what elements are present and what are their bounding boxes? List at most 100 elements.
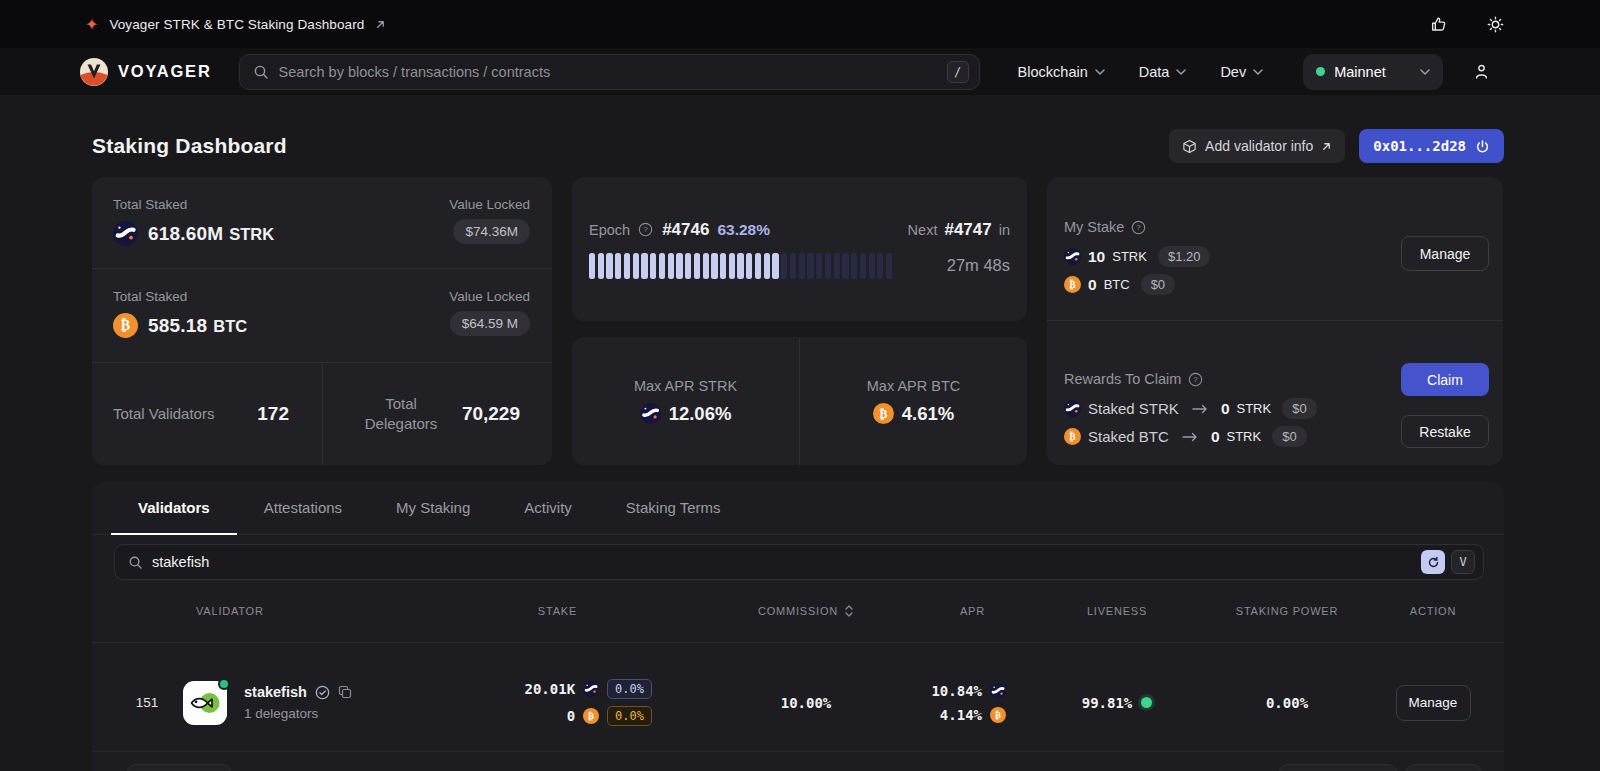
max-apr-card: Max APR STRK 12.06% Max APR BTC ₿ 4.61% <box>572 337 1027 465</box>
help-icon[interactable]: ? <box>638 222 653 237</box>
row-manage-button[interactable]: Manage <box>1396 685 1471 721</box>
announcement-bar: ✦ Voyager STRK & BTC Staking Dashboard <box>0 0 1600 48</box>
network-status-dot <box>1316 67 1325 76</box>
user-icon[interactable] <box>1473 63 1490 80</box>
refresh-button[interactable] <box>1421 550 1445 574</box>
next-epoch-number: #4747 <box>944 220 991 240</box>
epoch-progress <box>589 253 892 279</box>
page-title: Staking Dashboard <box>92 134 287 158</box>
btc-icon: ₿ <box>113 313 138 338</box>
total-staked-card: Total Staked 618.60M STRK Value Locked $… <box>92 177 552 465</box>
validator-search-value: stakefish <box>152 554 1421 570</box>
announcement-title[interactable]: Voyager STRK & BTC Staking Dashboard <box>109 17 364 32</box>
nav-data[interactable]: Data <box>1139 64 1187 80</box>
chevron-down-icon <box>1420 69 1430 75</box>
wallet-button[interactable]: 0x01...2d28 <box>1359 129 1504 163</box>
epoch-progress-pct: 63.28% <box>717 221 770 239</box>
page-nav[interactable] <box>1278 764 1398 771</box>
epoch-card: Epoch ? #4746 63.28% Next #4747 in 27m <box>572 177 1027 321</box>
sort-icon <box>844 604 854 618</box>
btc-staked-label: Total Staked <box>113 289 247 304</box>
copy-icon[interactable] <box>338 685 352 699</box>
staking-power-value: 0.00% <box>1266 695 1308 711</box>
commission-value: 10.00% <box>781 695 832 711</box>
help-icon[interactable]: ? <box>1188 372 1203 387</box>
rewards-strk-row: Staked STRK 0 STRK $0 <box>1064 398 1317 419</box>
strk-unit: STRK <box>229 225 274 243</box>
my-stake-strk-usd: $1.20 <box>1158 246 1211 267</box>
page-size-select[interactable] <box>126 764 232 771</box>
tab-staking-terms[interactable]: Staking Terms <box>599 482 748 535</box>
voyager-logo[interactable]: VOYAGER <box>80 58 212 86</box>
page-nav-arrows[interactable] <box>1405 764 1482 771</box>
stake-strk-pct: 0.0% <box>607 679 652 699</box>
liveness-cell: 99.81% <box>1022 695 1212 711</box>
strk-locked-value: $74.36M <box>453 219 530 244</box>
svg-text:₿: ₿ <box>1069 279 1076 290</box>
epoch-number: #4746 <box>662 220 709 240</box>
svg-text:?: ? <box>1194 375 1199 384</box>
arrow-up-right-icon <box>1321 141 1332 152</box>
col-stake: STAKE <box>460 605 655 617</box>
claim-button[interactable]: Claim <box>1401 363 1489 396</box>
max-apr-strk-value: 12.06% <box>669 403 732 425</box>
header-nav: Blockchain Data Dev <box>1018 64 1264 80</box>
btc-icon: ₿ <box>1064 428 1081 445</box>
rewards-btc-usd: $0 <box>1272 426 1306 447</box>
strk-icon <box>1064 248 1081 265</box>
header: VOYAGER Search by blocks / transactions … <box>0 48 1600 95</box>
max-apr-btc-value: 4.61% <box>902 403 954 425</box>
validator-search-input[interactable]: stakefish V <box>114 544 1484 580</box>
main-content: Staking Dashboard Add validator info 0x0… <box>0 129 1600 771</box>
network-selector[interactable]: Mainnet <box>1303 54 1443 90</box>
chevron-down-icon <box>1095 69 1105 75</box>
strk-icon <box>990 683 1006 699</box>
tab-validators[interactable]: Validators <box>111 482 237 535</box>
my-stake-section: My Stake ? 10 STRK $1.20 ₿ <box>1047 177 1503 321</box>
cube-icon <box>1182 139 1197 154</box>
manage-stake-button[interactable]: Manage <box>1401 236 1489 271</box>
btc-staked-amount: 585.18 <box>148 315 207 336</box>
rewards-strk-usd: $0 <box>1282 398 1316 419</box>
search-icon <box>128 555 143 570</box>
col-commission[interactable]: COMMISSION <box>655 604 882 618</box>
total-validators-value: 172 <box>257 403 289 425</box>
btc-icon: ₿ <box>873 403 894 424</box>
strk-staked-amount: 618.60M <box>148 223 223 244</box>
max-apr-btc: Max APR BTC ₿ 4.61% <box>799 337 1027 465</box>
validator-name[interactable]: stakefish <box>244 684 307 700</box>
thumbs-up-icon[interactable] <box>1430 16 1447 33</box>
rewards-label: Rewards To Claim <box>1064 371 1181 387</box>
nav-blockchain[interactable]: Blockchain <box>1018 64 1105 80</box>
brand-name: VOYAGER <box>118 62 212 81</box>
tab-activity[interactable]: Activity <box>497 482 599 535</box>
external-link-icon[interactable] <box>375 19 386 30</box>
sparkle-icon: ✦ <box>85 15 98 34</box>
epoch-label: Epoch <box>589 222 630 238</box>
help-icon[interactable]: ? <box>1131 220 1146 235</box>
strk-icon <box>1064 400 1081 417</box>
nav-dev[interactable]: Dev <box>1220 64 1263 80</box>
liveness-dot <box>1141 697 1152 708</box>
add-validator-button[interactable]: Add validator info <box>1169 129 1345 163</box>
total-delegators-value: 70,229 <box>462 403 520 425</box>
tab-attestations[interactable]: Attestations <box>237 482 369 535</box>
table-header: VALIDATOR STAKE COMMISSION APR LIVENESS … <box>92 580 1504 643</box>
theme-toggle-icon[interactable] <box>1487 16 1504 33</box>
epoch-remaining: 27m 48s <box>892 256 1010 275</box>
restake-button[interactable]: Restake <box>1401 415 1489 448</box>
svg-text:₿: ₿ <box>879 407 887 421</box>
btc-staked-section: Total Staked ₿ 585.18 BTC Value Locked $… <box>92 269 552 363</box>
my-stake-strk-row: 10 STRK $1.20 <box>1064 246 1210 267</box>
col-apr: APR <box>882 605 1022 617</box>
my-stake-btc-row: ₿ 0 BTC $0 <box>1064 274 1210 295</box>
tab-my-staking[interactable]: My Staking <box>369 482 497 535</box>
btc-unit: BTC <box>213 317 247 335</box>
chevron-down-icon <box>1176 69 1186 75</box>
strk-staked-section: Total Staked 618.60M STRK Value Locked $… <box>92 177 552 269</box>
global-search[interactable]: Search by blocks / transactions / contra… <box>239 54 980 90</box>
power-icon <box>1475 139 1490 154</box>
col-liveness: LIVENESS <box>1022 605 1212 617</box>
strk-locked-label: Value Locked <box>449 197 530 212</box>
verified-icon <box>315 685 330 700</box>
